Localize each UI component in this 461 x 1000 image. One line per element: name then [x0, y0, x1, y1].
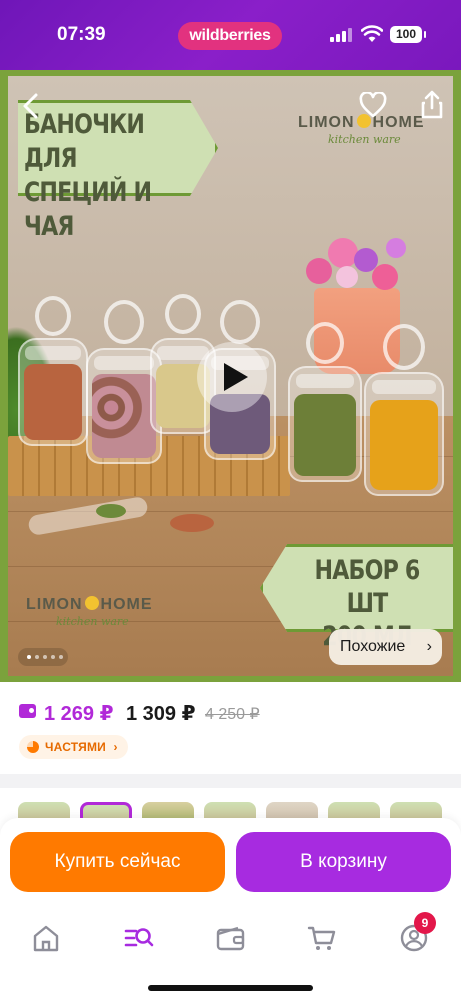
battery-indicator: 100 [390, 26, 426, 43]
action-bar: Купить сейчас В корзину [0, 818, 461, 908]
chevron-right-icon: › [426, 638, 432, 655]
wallet-icon[interactable] [210, 918, 250, 958]
carousel-dots [18, 648, 68, 666]
heart-icon[interactable] [359, 92, 387, 118]
brand-logo-top: LIMON HOME kitchen ware [298, 114, 425, 146]
home-icon[interactable] [26, 918, 66, 958]
status-time: 07:39 [57, 24, 106, 45]
cart-icon[interactable] [302, 918, 342, 958]
brand-logo-bottom: LIMON HOME kitchen ware [26, 596, 153, 628]
price-block: 1 269 ₽ 1 309 ₽ 4 250 ₽ ЧАСТЯМИ › [0, 684, 461, 774]
signal-icon [330, 28, 352, 42]
wallet-price: 1 269 ₽ [44, 703, 114, 725]
similar-products-button[interactable]: Похожие › [329, 629, 442, 665]
profile-notification-badge: 9 [414, 912, 436, 934]
add-to-cart-button[interactable]: В корзину [236, 832, 451, 892]
status-bar: 07:39 wildberries 100 [0, 0, 461, 70]
wildberries-pill[interactable]: wildberries [178, 22, 282, 50]
play-video-button[interactable] [197, 342, 267, 412]
product-image-title: БАНОЧКИ ДЛЯ СПЕЦИЙ И ЧАЯ [24, 109, 152, 242]
pie-chart-icon [27, 741, 39, 753]
buy-now-button[interactable]: Купить сейчас [10, 832, 225, 892]
current-price: 1 309 ₽ [126, 703, 196, 725]
wifi-icon [361, 25, 383, 42]
wallet-icon [19, 704, 36, 718]
catalog-search-icon[interactable] [118, 918, 158, 958]
installments-badge[interactable]: ЧАСТЯМИ › [19, 735, 128, 759]
back-arrow-icon[interactable] [18, 92, 46, 120]
section-divider [0, 774, 461, 788]
share-icon[interactable] [420, 89, 444, 119]
old-price: 4 250 ₽ [205, 706, 260, 723]
home-indicator [148, 985, 313, 991]
